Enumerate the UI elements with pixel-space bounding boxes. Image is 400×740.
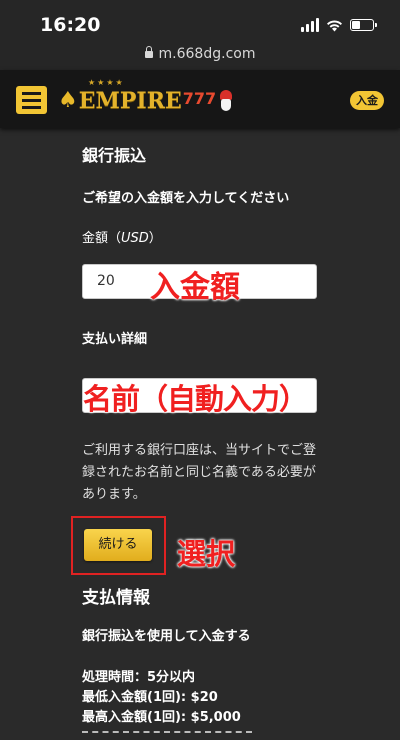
processing-time: 処理時間：5分以内 — [82, 670, 196, 685]
currency-unit: USD — [121, 231, 149, 246]
page-title: 銀行振込 — [82, 146, 147, 165]
continue-button[interactable]: 続ける — [84, 529, 152, 561]
amount-prompt: ご希望の入金額を入力してください — [82, 191, 290, 206]
battery-icon — [350, 19, 377, 31]
status-time: 16:20 — [40, 14, 101, 36]
payment-info-title: 支払情報 — [82, 588, 150, 608]
signal-icon — [301, 18, 319, 32]
account-note: ご利用する銀行口座は、当サイトでご登録されたお名前と同じ名義である必要があります… — [82, 443, 317, 502]
logo-word: EMPIRE — [78, 88, 182, 114]
url-text: m.668dg.com — [158, 46, 256, 62]
max-deposit: 最高入金額(1回): $5,000 — [82, 710, 241, 725]
divider — [82, 731, 252, 733]
status-icons — [301, 18, 377, 32]
lock-icon — [144, 46, 153, 58]
amount-annotation: 入金額 — [150, 270, 240, 305]
url-bar[interactable]: m.668dg.com — [0, 46, 400, 62]
status-bar: 16:20 m.668dg.com — [0, 0, 400, 70]
spade-icon: ♠ — [58, 88, 78, 113]
amount-label: 金額（USD） — [82, 231, 162, 246]
payment-method: 銀行振込を使用して入金する — [82, 629, 251, 644]
name-annotation: 名前（自動入力） — [83, 382, 308, 416]
wifi-icon — [327, 19, 342, 31]
payment-details-label: 支払い詳細 — [82, 332, 148, 347]
select-annotation: 選択 — [177, 537, 236, 571]
santa-icon — [218, 90, 234, 112]
logo-stars: ★★★★ — [88, 78, 125, 87]
site-header: ★★★★ ♠ EMPIRE 777 入金 — [0, 70, 400, 128]
logo-number: 777 — [182, 88, 217, 108]
menu-button[interactable] — [16, 86, 47, 114]
site-logo[interactable]: ★★★★ ♠ EMPIRE 777 — [58, 78, 234, 116]
min-deposit: 最低入金額(1回): $20 — [82, 690, 218, 705]
deposit-button[interactable]: 入金 — [350, 91, 384, 110]
hamburger-icon — [22, 91, 41, 95]
